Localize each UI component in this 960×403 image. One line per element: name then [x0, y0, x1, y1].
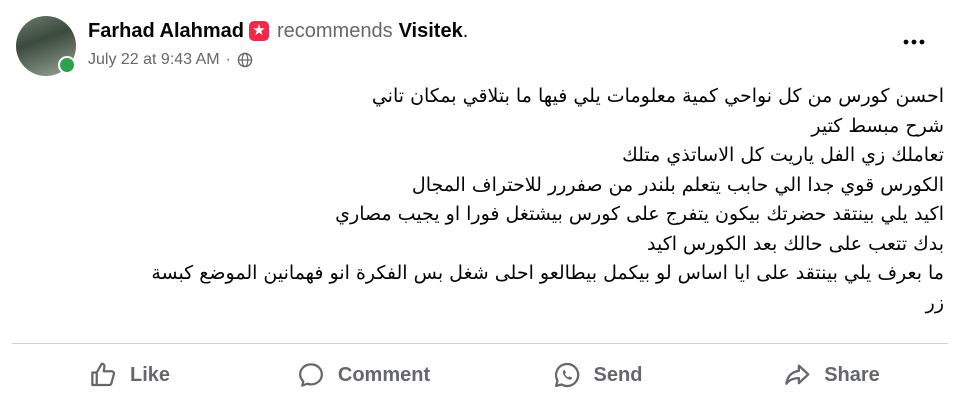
post-meta: July 22 at 9:43 AM ·: [88, 50, 253, 70]
page-name-link[interactable]: Visitek: [399, 20, 463, 43]
whatsapp-icon: [554, 362, 579, 388]
post-timestamp[interactable]: July 22 at 9:43 AM: [88, 51, 220, 69]
body-line: زر: [925, 291, 944, 314]
send-label: Send: [593, 363, 643, 386]
meta-separator: ·: [225, 51, 231, 68]
recommends-verb: recommends: [276, 19, 393, 42]
comment-bubble-icon: [298, 363, 323, 387]
share-arrow-icon: [785, 364, 810, 385]
recommend-badge-icon: ★: [248, 21, 269, 41]
avatar[interactable]: [16, 16, 76, 76]
post-card: Farhad Alahmad ★ recommends Visitek . Ju…: [0, 0, 960, 403]
globe-icon[interactable]: [237, 52, 253, 68]
thumbs-up-icon: [91, 362, 116, 387]
post-actions-bar: Like Comment Send Share: [12, 350, 948, 400]
post-header: Farhad Alahmad ★ recommends Visitek .: [88, 18, 468, 44]
like-button[interactable]: Like: [12, 350, 246, 400]
actions-divider: [12, 343, 948, 344]
header-period: .: [462, 19, 469, 42]
body-line: احسن كورس من كل نواحي كمية معلومات يلي ف…: [371, 85, 944, 107]
body-line: تعاملك زي الفل ياريت كل الاساتذي متلك: [622, 144, 944, 166]
more-options-button[interactable]: [894, 28, 934, 56]
comment-label: Comment: [337, 363, 431, 386]
body-line: ما بعرف يلي بينتقد على ايا اساس لو بيكمل…: [151, 262, 944, 284]
share-label: Share: [824, 363, 880, 386]
body-line: اكيد يلي بينتقد حضرتك بيكون يتفرج على كو…: [335, 203, 944, 225]
body-line: شرح مبسط كتير: [811, 114, 944, 137]
ellipsis-icon: [903, 39, 925, 45]
online-status-dot: [58, 56, 76, 74]
body-line: بدك تتعب على حالك بعد الكورس اكيد: [646, 232, 944, 255]
author-name[interactable]: Farhad Alahmad: [88, 20, 244, 43]
like-label: Like: [129, 363, 171, 386]
send-button[interactable]: Send: [480, 350, 714, 400]
post-body: احسن كورس من كل نواحي كمية معلومات يلي ف…: [16, 82, 944, 318]
share-button[interactable]: Share: [714, 350, 948, 400]
comment-button[interactable]: Comment: [246, 350, 480, 400]
body-line: الكورس قوي جدا الي حابب يتعلم بلندر من ص…: [411, 173, 944, 196]
